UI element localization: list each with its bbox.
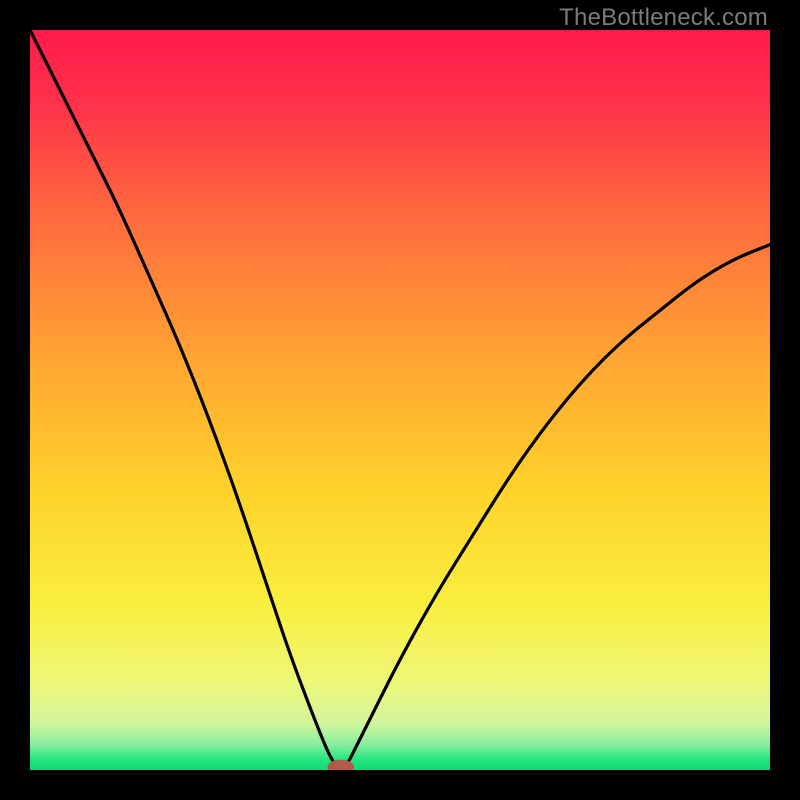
watermark-text: TheBottleneck.com: [559, 4, 768, 32]
bottleneck-chart: [30, 30, 770, 770]
chart-frame: [30, 30, 770, 770]
